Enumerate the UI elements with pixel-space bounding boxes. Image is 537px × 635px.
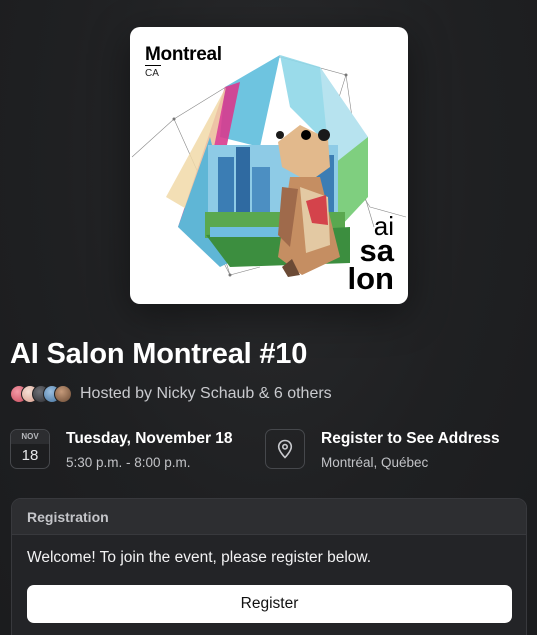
event-time: 5:30 p.m. - 8:00 p.m. <box>66 455 191 470</box>
calendar-date-badge: NOV 18 <box>10 429 50 469</box>
event-title: AI Salon Montreal #10 <box>10 338 308 370</box>
cover-country-label: CA <box>145 65 161 79</box>
cover-city-label: Montreal <box>145 44 222 65</box>
registration-header: Registration <box>12 499 526 535</box>
location-title[interactable]: Register to See Address <box>321 430 500 448</box>
event-cover-image: Montreal CA ai sa lon <box>130 27 408 304</box>
avatar[interactable] <box>54 385 72 403</box>
event-date: Tuesday, November 18 <box>66 430 233 447</box>
location-icon-box <box>265 429 305 469</box>
map-pin-icon <box>277 439 293 459</box>
location-city: Montréal, Québec <box>321 455 429 470</box>
host-avatars[interactable] <box>10 385 72 403</box>
hosted-by-text[interactable]: Hosted by Nicky Schaub & 6 others <box>80 385 332 403</box>
hosts-row[interactable]: Hosted by Nicky Schaub & 6 others <box>10 384 332 404</box>
event-page: Montreal CA ai sa lon AI Salon Montreal … <box>0 0 537 635</box>
logo-line-3: lon <box>347 260 395 296</box>
registration-welcome-text: Welcome! To join the event, please regis… <box>27 549 372 566</box>
ai-salon-logo: ai sa lon <box>347 213 395 296</box>
calendar-month: NOV <box>11 430 49 444</box>
registration-card: Registration Welcome! To join the event,… <box>11 498 527 635</box>
register-button[interactable]: Register <box>27 585 512 623</box>
calendar-day: 18 <box>21 447 39 464</box>
